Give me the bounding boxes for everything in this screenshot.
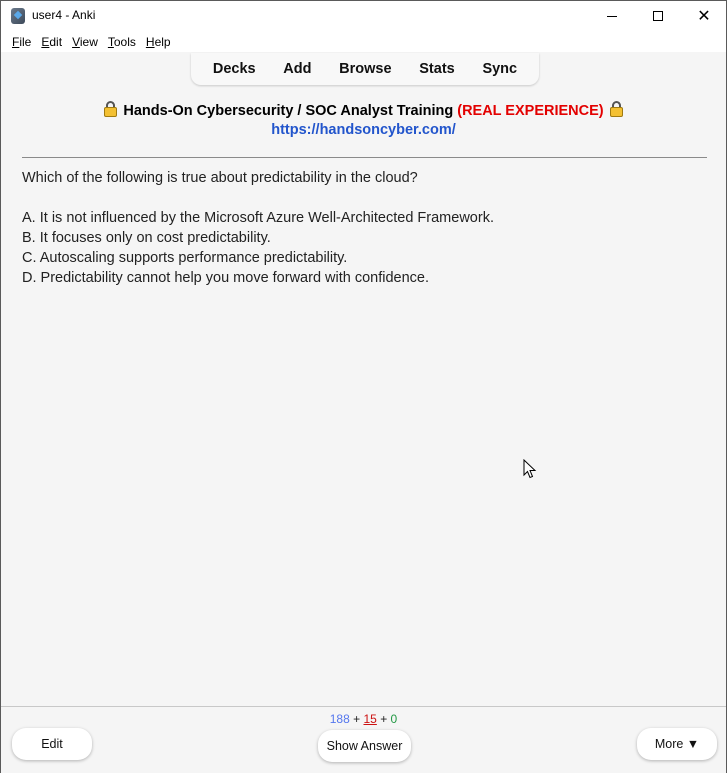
menu-help[interactable]: Help: [141, 35, 176, 49]
card-content: Hands-On Cybersecurity / SOC Analyst Tra…: [1, 101, 726, 141]
option-b: B. It focuses only on cost predictabilit…: [22, 230, 271, 246]
lock-icon: [104, 101, 118, 117]
card-header: Hands-On Cybersecurity / SOC Analyst Tra…: [1, 101, 726, 121]
menu-bar: File Edit View Tools Help: [1, 31, 726, 52]
toolbar-browse[interactable]: Browse: [333, 61, 397, 77]
answer-options: A. It is not influenced by the Microsoft…: [22, 208, 494, 288]
mouse-cursor-icon: [523, 459, 537, 479]
menu-view-label: iew: [79, 34, 98, 49]
toolbar-stats[interactable]: Stats: [413, 61, 460, 77]
menu-help-label: elp: [154, 34, 171, 49]
card-header-highlight: (REAL EXPERIENCE): [457, 103, 604, 119]
menu-help-mnemonic: H: [145, 34, 155, 49]
menu-edit[interactable]: Edit: [36, 35, 67, 49]
window-title: user4 - Anki: [32, 8, 96, 22]
main-toolbar: Decks Add Browse Stats Sync: [191, 53, 539, 85]
toolbar-sync[interactable]: Sync: [476, 61, 523, 77]
maximize-button[interactable]: [635, 1, 681, 31]
menu-view[interactable]: View: [67, 35, 103, 49]
option-c: C. Autoscaling supports performance pred…: [22, 250, 348, 266]
new-count: 188: [329, 712, 350, 726]
menu-file[interactable]: File: [7, 35, 36, 49]
menu-tools[interactable]: Tools: [103, 35, 141, 49]
card-divider: [22, 157, 707, 158]
toolbar-decks[interactable]: Decks: [207, 61, 262, 77]
minimize-button[interactable]: [589, 1, 635, 31]
review-count: 0: [390, 712, 398, 726]
bottom-bar: 188 + 15 + 0 Edit Show Answer More ▼: [1, 706, 726, 773]
more-button[interactable]: More ▼: [637, 728, 717, 760]
menu-view-mnemonic: V: [72, 34, 80, 49]
maximize-icon: [653, 11, 663, 21]
menu-file-label: ile: [19, 34, 32, 49]
learning-count: 15: [363, 712, 377, 726]
edit-button[interactable]: Edit: [12, 728, 92, 760]
close-icon: ✕: [697, 6, 711, 25]
lock-icon: [609, 101, 623, 117]
show-answer-button[interactable]: Show Answer: [318, 730, 411, 762]
count-separator: +: [380, 712, 388, 726]
anki-window: user4 - Anki ✕ File Edit View Tools Help…: [0, 0, 727, 773]
card-header-title: Hands-On Cybersecurity / SOC Analyst Tra…: [123, 103, 454, 119]
toolbar-add[interactable]: Add: [277, 61, 317, 77]
close-button[interactable]: ✕: [681, 1, 727, 31]
due-counts: 188 + 15 + 0: [1, 712, 726, 726]
card-link[interactable]: https://handsoncyber.com/: [1, 121, 726, 141]
title-bar: user4 - Anki ✕: [1, 1, 726, 31]
option-a: A. It is not influenced by the Microsoft…: [22, 210, 494, 226]
menu-tools-label: ools: [113, 34, 136, 49]
option-d: D. Predictability cannot help you move f…: [22, 270, 430, 286]
anki-app-icon: [11, 8, 25, 24]
minimize-icon: [607, 15, 617, 17]
menu-edit-label: dit: [49, 34, 63, 49]
count-separator: +: [353, 712, 361, 726]
card-question: Which of the following is true about pre…: [22, 170, 418, 186]
